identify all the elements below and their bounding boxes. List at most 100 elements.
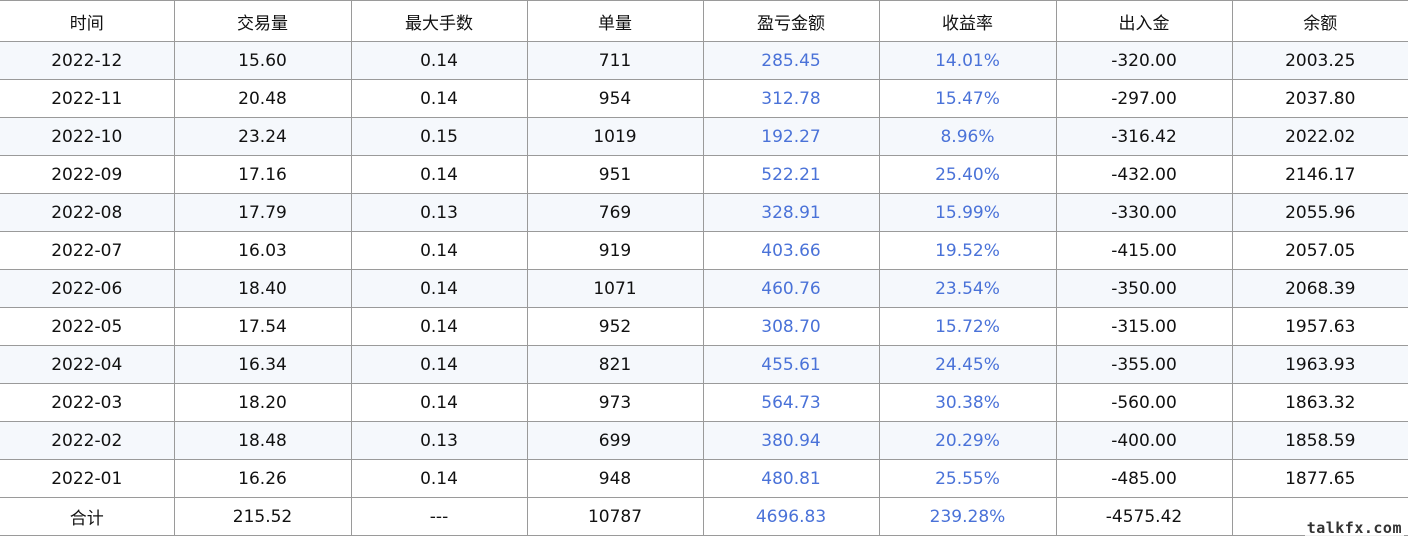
- table-row: 2022-06 18.40 0.14 1071 460.76 23.54% -350.00 2…: [0, 269, 1408, 308]
- cell-balance: 2055.96: [1231, 193, 1408, 232]
- cell-time: 2022-07: [0, 231, 175, 270]
- cell-balance: 2068.39: [1231, 269, 1408, 308]
- table-row: 2022-01 16.26 0.14 948 480.81 25.55% -485.00 18…: [0, 459, 1408, 498]
- cell-max-lots: 0.14: [350, 383, 528, 422]
- cell-max-lots: 0.14: [350, 459, 528, 498]
- cell-max-lots: 0.14: [350, 345, 528, 384]
- column-header-deposit-withdrawal: 出入金: [1055, 0, 1233, 42]
- cell-time: 2022-05: [0, 307, 175, 346]
- cell-profit-loss: 308.70: [702, 307, 880, 346]
- cell-return-rate: 30.38%: [878, 383, 1057, 422]
- cell-time: 2022-06: [0, 269, 175, 308]
- cell-deposit-withdrawal: -432.00: [1055, 155, 1233, 194]
- table-row: 2022-11 20.48 0.14 954 312.78 15.47% -297.00 20…: [0, 79, 1408, 118]
- cell-order-count: 919: [526, 231, 704, 270]
- cell-profit-loss: 328.91: [702, 193, 880, 232]
- cell-return-rate: 24.45%: [878, 345, 1057, 384]
- cell-profit-loss: 285.45: [702, 41, 880, 80]
- column-header-order-count: 单量: [526, 0, 704, 42]
- cell-profit-loss: 564.73: [702, 383, 880, 422]
- cell-max-lots: 0.14: [350, 269, 528, 308]
- table-header-row: 时间 交易量 最大手数 单量 盈亏金额 收益率 出入金 余额: [0, 0, 1408, 42]
- cell-profit-loss: 380.94: [702, 421, 880, 460]
- cell-return-rate: 25.40%: [878, 155, 1057, 194]
- table-row: 2022-05 17.54 0.14 952 308.70 15.72% -315.00 19…: [0, 307, 1408, 346]
- cell-volume: 16.34: [173, 345, 352, 384]
- table-row: 2022-04 16.34 0.14 821 455.61 24.45% -355.00 19…: [0, 345, 1408, 384]
- cell-profit-loss: 480.81: [702, 459, 880, 498]
- cell-max-lots: 0.15: [350, 117, 528, 156]
- column-header-time: 时间: [0, 0, 175, 42]
- cell-deposit-withdrawal: -485.00: [1055, 459, 1233, 498]
- cell-deposit-withdrawal: -315.00: [1055, 307, 1233, 346]
- cell-profit-loss: 312.78: [702, 79, 880, 118]
- cell-return-rate: 23.54%: [878, 269, 1057, 308]
- cell-balance: 2057.05: [1231, 231, 1408, 270]
- cell-volume: 18.48: [173, 421, 352, 460]
- total-order-count: 10787: [526, 497, 704, 536]
- cell-volume: 17.54: [173, 307, 352, 346]
- cell-volume: 23.24: [173, 117, 352, 156]
- cell-volume: 16.03: [173, 231, 352, 270]
- table-row: 2022-12 15.60 0.14 711 285.45 14.01% -320.00 20…: [0, 41, 1408, 80]
- cell-profit-loss: 192.27: [702, 117, 880, 156]
- cell-max-lots: 0.13: [350, 421, 528, 460]
- cell-order-count: 952: [526, 307, 704, 346]
- table-body: 2022-12 15.60 0.14 711 285.45 14.01% -320.00 20…: [0, 41, 1408, 498]
- total-max-lots: ---: [350, 497, 528, 536]
- cell-time: 2022-09: [0, 155, 175, 194]
- cell-volume: 18.40: [173, 269, 352, 308]
- cell-balance: 2037.80: [1231, 79, 1408, 118]
- cell-max-lots: 0.14: [350, 155, 528, 194]
- total-volume: 215.52: [173, 497, 352, 536]
- cell-max-lots: 0.13: [350, 193, 528, 232]
- cell-deposit-withdrawal: -320.00: [1055, 41, 1233, 80]
- cell-max-lots: 0.14: [350, 41, 528, 80]
- table-row: 2022-02 18.48 0.13 699 380.94 20.29% -400.00 18…: [0, 421, 1408, 460]
- cell-balance: 1858.59: [1231, 421, 1408, 460]
- table-row: 2022-08 17.79 0.13 769 328.91 15.99% -330.00 20…: [0, 193, 1408, 232]
- cell-return-rate: 15.72%: [878, 307, 1057, 346]
- cell-return-rate: 15.99%: [878, 193, 1057, 232]
- cell-time: 2022-12: [0, 41, 175, 80]
- cell-order-count: 948: [526, 459, 704, 498]
- cell-time: 2022-02: [0, 421, 175, 460]
- total-profit-loss: 4696.83: [702, 497, 880, 536]
- cell-order-count: 1071: [526, 269, 704, 308]
- cell-balance: 1957.63: [1231, 307, 1408, 346]
- cell-max-lots: 0.14: [350, 231, 528, 270]
- cell-balance: 2146.17: [1231, 155, 1408, 194]
- cell-return-rate: 19.52%: [878, 231, 1057, 270]
- total-return-rate: 239.28%: [878, 497, 1057, 536]
- cell-volume: 18.20: [173, 383, 352, 422]
- cell-max-lots: 0.14: [350, 79, 528, 118]
- cell-volume: 16.26: [173, 459, 352, 498]
- cell-deposit-withdrawal: -400.00: [1055, 421, 1233, 460]
- cell-balance: 1877.65: [1231, 459, 1408, 498]
- cell-deposit-withdrawal: -355.00: [1055, 345, 1233, 384]
- cell-time: 2022-01: [0, 459, 175, 498]
- cell-order-count: 973: [526, 383, 704, 422]
- table-row: 2022-09 17.16 0.14 951 522.21 25.40% -432.00 21…: [0, 155, 1408, 194]
- table-row: 2022-10 23.24 0.15 1019 192.27 8.96% -316.42 20…: [0, 117, 1408, 156]
- table-row: 2022-03 18.20 0.14 973 564.73 30.38% -560.00 18…: [0, 383, 1408, 422]
- column-header-max-lots: 最大手数: [350, 0, 528, 42]
- cell-return-rate: 15.47%: [878, 79, 1057, 118]
- cell-profit-loss: 403.66: [702, 231, 880, 270]
- cell-return-rate: 8.96%: [878, 117, 1057, 156]
- cell-return-rate: 20.29%: [878, 421, 1057, 460]
- cell-max-lots: 0.14: [350, 307, 528, 346]
- cell-return-rate: 14.01%: [878, 41, 1057, 80]
- total-deposit-withdrawal: -4575.42: [1055, 497, 1233, 536]
- cell-deposit-withdrawal: -297.00: [1055, 79, 1233, 118]
- total-label: 合计: [0, 497, 175, 536]
- cell-time: 2022-10: [0, 117, 175, 156]
- cell-volume: 15.60: [173, 41, 352, 80]
- cell-return-rate: 25.55%: [878, 459, 1057, 498]
- table-row: 2022-07 16.03 0.14 919 403.66 19.52% -415.00 20…: [0, 231, 1408, 270]
- cell-order-count: 954: [526, 79, 704, 118]
- cell-deposit-withdrawal: -415.00: [1055, 231, 1233, 270]
- cell-time: 2022-04: [0, 345, 175, 384]
- cell-time: 2022-03: [0, 383, 175, 422]
- cell-balance: 1963.93: [1231, 345, 1408, 384]
